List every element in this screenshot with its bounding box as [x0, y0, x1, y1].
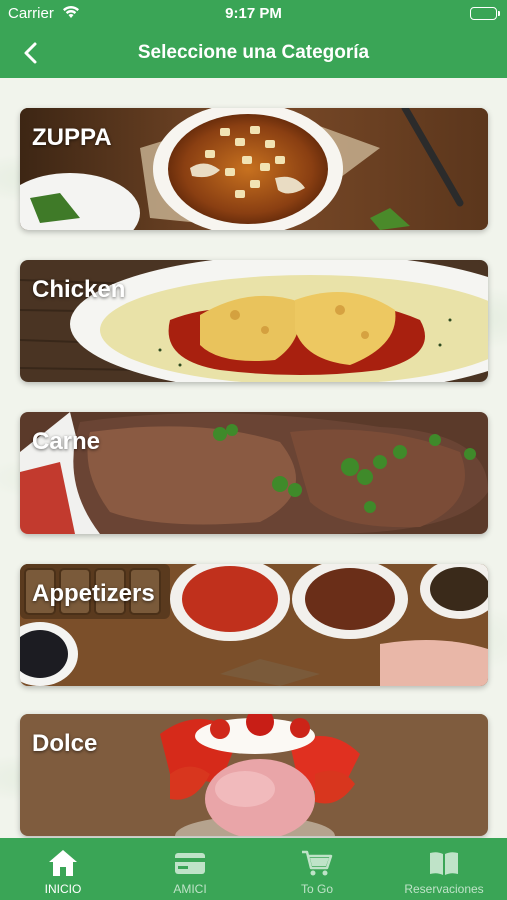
- category-label: Appetizers: [32, 580, 155, 607]
- tab-label: Reservaciones: [404, 882, 484, 896]
- category-label: Carne: [32, 428, 101, 455]
- tab-label: INICIO: [44, 882, 82, 896]
- category-label: ZUPPA: [32, 124, 112, 151]
- battery-icon: [470, 7, 500, 20]
- card-icon: [174, 848, 206, 878]
- tab-inicio[interactable]: INICIO: [0, 838, 126, 900]
- tab-to-go[interactable]: To Go: [254, 838, 380, 900]
- tab-bar: INICIO AMICI To Go Reservaciones: [0, 838, 507, 900]
- category-card-dolce[interactable]: Dolce: [20, 714, 488, 836]
- tab-label: To Go: [300, 882, 333, 896]
- navigation-bar: Seleccione una Categoría: [0, 28, 507, 78]
- category-card-carne[interactable]: Carne: [20, 412, 488, 534]
- tab-reservaciones[interactable]: Reservaciones: [381, 838, 507, 900]
- page-title: Seleccione una Categoría: [137, 42, 370, 63]
- cart-icon: [301, 848, 333, 878]
- category-card-zuppa[interactable]: ZUPPA: [20, 108, 488, 230]
- category-label: Chicken: [32, 276, 126, 303]
- category-list: ZUPPA Chicken Carne Appetizers Dolce: [0, 78, 507, 838]
- category-label: Dolce: [32, 730, 98, 757]
- category-card-chicken[interactable]: Chicken: [20, 260, 488, 382]
- category-card-appetizers[interactable]: Appetizers: [20, 564, 488, 686]
- clock: 9:17 PM: [225, 5, 282, 22]
- tab-amici[interactable]: AMICI: [127, 838, 253, 900]
- status-bar: Carrier 9:17 PM: [0, 0, 507, 28]
- book-icon: [428, 848, 460, 878]
- tab-label: AMICI: [173, 882, 207, 896]
- home-icon: [47, 848, 79, 878]
